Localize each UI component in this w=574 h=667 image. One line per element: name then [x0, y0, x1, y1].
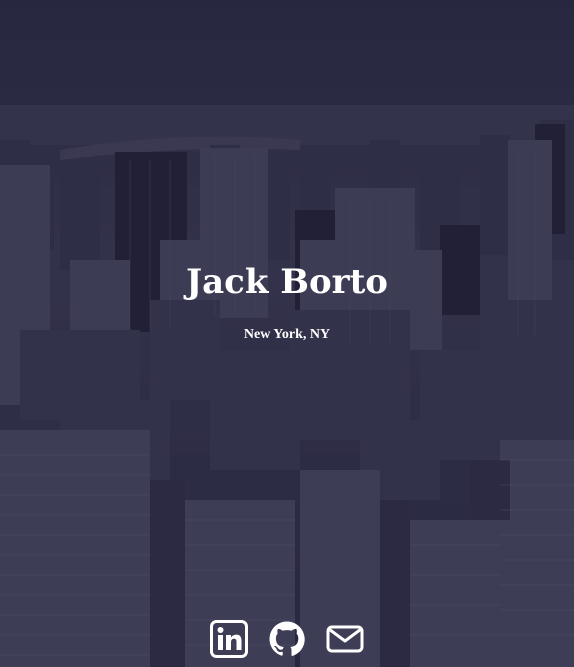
- github-link[interactable]: [268, 620, 306, 658]
- linkedin-link[interactable]: [210, 620, 248, 658]
- profile-location: New York, NY: [243, 327, 331, 342]
- linkedin-icon: [210, 620, 248, 658]
- social-links: [0, 620, 574, 658]
- email-link[interactable]: [326, 620, 364, 658]
- profile-name: Jack Borto: [186, 262, 388, 302]
- mail-icon: [326, 625, 364, 653]
- hero-section: Jack Borto New York, NY: [0, 0, 574, 667]
- github-icon: [269, 621, 305, 656]
